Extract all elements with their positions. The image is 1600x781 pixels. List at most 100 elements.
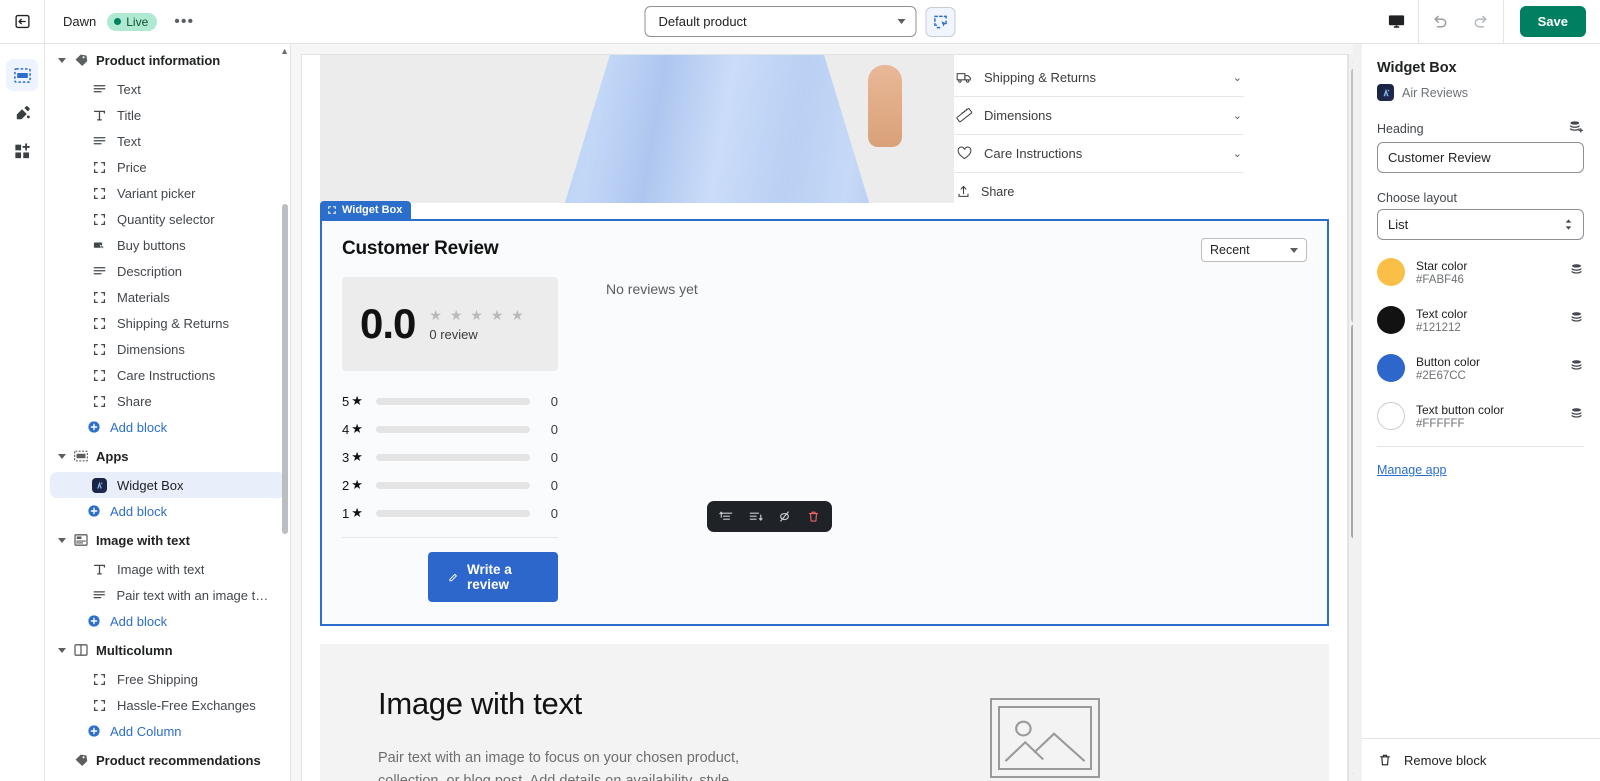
exit-editor-button[interactable]	[0, 0, 45, 43]
accordion-care-instructions[interactable]: Care Instructions ⌄	[954, 135, 1244, 173]
dynamic-source-icon[interactable]	[1569, 310, 1584, 330]
chevron-updown-icon	[1565, 219, 1572, 230]
sidebar-item-materials[interactable]: Materials	[50, 284, 285, 310]
review-sort-value: Recent	[1210, 243, 1250, 257]
sidebar-item-variant-picker[interactable]: Variant picker	[50, 180, 285, 206]
color-swatch[interactable]	[1377, 306, 1405, 334]
dynamic-source-icon[interactable]	[1569, 406, 1584, 426]
rating-breakdown-row: 4 ★ 0	[342, 415, 558, 443]
add-block-button-product-information[interactable]: Add block	[45, 414, 290, 440]
write-review-button[interactable]: Write a review	[428, 552, 558, 602]
sidebar-section-apps[interactable]: Apps	[45, 440, 290, 472]
color-name: Button color	[1416, 354, 1481, 369]
review-sort-select[interactable]: Recent	[1201, 238, 1307, 262]
color-swatch[interactable]	[1377, 354, 1405, 382]
sections-icon	[13, 67, 31, 83]
redo-button[interactable]	[1461, 0, 1503, 43]
color-swatch[interactable]	[1377, 402, 1405, 430]
widget-box-selection-tab[interactable]: Widget Box	[320, 201, 412, 219]
accordion-shipping-returns[interactable]: Shipping & Returns ⌄	[954, 59, 1244, 97]
sidebar-item-free-shipping[interactable]: Free Shipping	[50, 666, 285, 692]
write-review-label: Write a review	[466, 562, 512, 592]
color-setting-button-color[interactable]: Button color #2E67CC	[1377, 344, 1584, 392]
sidebar-scrollbar-thumb[interactable]	[282, 204, 288, 534]
remove-block-label: Remove block	[1404, 752, 1487, 768]
add-block-button-image-with-text[interactable]: Add block	[45, 608, 290, 634]
sidebar-item-image-with-text[interactable]: Image with text	[50, 556, 285, 582]
rail-theme-settings-button[interactable]	[6, 97, 38, 129]
device-preview-button[interactable]	[1376, 0, 1418, 43]
sidebar-item-pair-text[interactable]: Pair text with an image to f...	[50, 582, 285, 608]
layout-field-label: Choose layout	[1377, 191, 1457, 205]
heading-field-label: Heading	[1377, 121, 1424, 136]
product-section: Shipping & Returns ⌄ Dimensions ⌄ Care I…	[302, 55, 1347, 210]
plus-circle-icon	[88, 505, 100, 517]
sidebar-section-product-recommendations[interactable]: Product recommendations	[45, 744, 290, 776]
sidebar-item-price[interactable]: Price	[50, 154, 285, 180]
move-block-up-button[interactable]	[713, 504, 739, 529]
undo-button[interactable]	[1419, 0, 1461, 43]
dynamic-source-icon[interactable]	[1569, 358, 1584, 378]
color-hex: #121212	[1416, 321, 1461, 334]
block-settings-panel: Widget Box Air Reviews Heading Customer …	[1353, 44, 1600, 781]
color-setting-text-button-color[interactable]: Text button color #FFFFFF	[1377, 392, 1584, 440]
add-block-label: Add block	[110, 503, 168, 519]
sidebar-item-widget-box[interactable]: Widget Box	[50, 472, 285, 498]
dynamic-source-icon[interactable]	[1569, 262, 1584, 282]
widget-body: 0.0 ★ ★ ★ ★ ★ 0 review 5 ★ 0 4 ★ 0 3 ★ 0…	[342, 277, 1307, 602]
placeholder-brackets-icon	[93, 395, 106, 407]
rail-apps-button[interactable]	[6, 135, 38, 167]
layout-select[interactable]: List	[1377, 209, 1584, 240]
sidebar-item-share[interactable]: Share	[50, 388, 285, 414]
hide-block-button[interactable]	[771, 504, 797, 529]
manage-app-link[interactable]: Manage app	[1377, 463, 1447, 477]
sidebar-item-hassle-free-exchanges[interactable]: Hassle-Free Exchanges	[50, 692, 285, 718]
add-block-button-apps[interactable]: Add block	[45, 498, 290, 524]
sidebar-item-label: Dimensions	[117, 341, 185, 357]
sidebar-item-care-instructions[interactable]: Care Instructions	[50, 362, 285, 388]
image-placeholder-icon	[989, 698, 1100, 778]
inspector-tool-button[interactable]	[925, 6, 956, 37]
sidebar-item-title[interactable]: Title	[50, 102, 285, 128]
rail-sections-button[interactable]	[6, 59, 38, 91]
chevron-down-icon: ⌄	[1232, 110, 1242, 122]
storefront-preview[interactable]: Shipping & Returns ⌄ Dimensions ⌄ Care I…	[301, 54, 1348, 781]
more-options-button[interactable]: •••	[168, 13, 200, 30]
caret-down-icon	[58, 57, 66, 63]
heading-input[interactable]	[1377, 142, 1584, 173]
sidebar-item-text-2[interactable]: Text	[50, 128, 285, 154]
color-setting-star-color[interactable]: Star color #FABF46	[1377, 248, 1584, 296]
sidebar-scroll-up-arrow[interactable]: ▲	[280, 46, 289, 56]
panel-scroll-rail[interactable]	[1353, 44, 1362, 781]
move-block-down-button[interactable]	[742, 504, 768, 529]
image-with-text-content: Image with text Pair text with an image …	[320, 686, 760, 781]
sidebar-item-description[interactable]: Description	[50, 258, 285, 284]
remove-block-button[interactable]: Remove block	[1361, 738, 1600, 781]
dynamic-source-add-icon[interactable]	[1568, 119, 1584, 138]
sidebar-item-text[interactable]: Text	[50, 76, 285, 102]
share-button[interactable]: Share	[954, 173, 1244, 210]
sidebar-item-shipping-returns[interactable]: Shipping & Returns	[50, 310, 285, 336]
blocks-sidebar[interactable]: ▲ Product information Text Title Text Pr…	[45, 44, 291, 781]
sidebar-item-dimensions[interactable]: Dimensions	[50, 336, 285, 362]
rating-breakdown-label: 5	[342, 393, 350, 409]
customer-review-widget[interactable]: Customer Review Recent 0.0 ★ ★ ★ ★ ★ 0 r…	[320, 219, 1329, 626]
add-column-button[interactable]: Add Column	[45, 718, 290, 744]
text-lines-icon	[93, 136, 106, 144]
image-placeholder-graphic	[1004, 720, 1085, 762]
block-settings-content[interactable]: Widget Box Air Reviews Heading Customer …	[1361, 44, 1600, 738]
sidebar-section-image-with-text[interactable]: Image with text	[45, 524, 290, 556]
image-with-text-section[interactable]: Image with text Pair text with an image …	[320, 644, 1329, 781]
delete-block-button[interactable]	[800, 504, 826, 529]
sidebar-section-multicolumn[interactable]: Multicolumn	[45, 634, 290, 666]
accordion-dimensions[interactable]: Dimensions ⌄	[954, 97, 1244, 135]
sidebar-section-product-information[interactable]: Product information	[45, 44, 290, 76]
color-swatch[interactable]	[1377, 258, 1405, 286]
sidebar-item-quantity-selector[interactable]: Quantity selector	[50, 206, 285, 232]
save-button[interactable]: Save	[1519, 6, 1586, 37]
text-lines-icon	[93, 266, 106, 274]
sidebar-item-buy-buttons[interactable]: Buy buttons	[50, 232, 285, 258]
placeholder-brackets-icon	[93, 699, 106, 711]
product-selector[interactable]: Default product	[644, 6, 917, 37]
color-setting-text-color[interactable]: Text color #121212	[1377, 296, 1584, 344]
